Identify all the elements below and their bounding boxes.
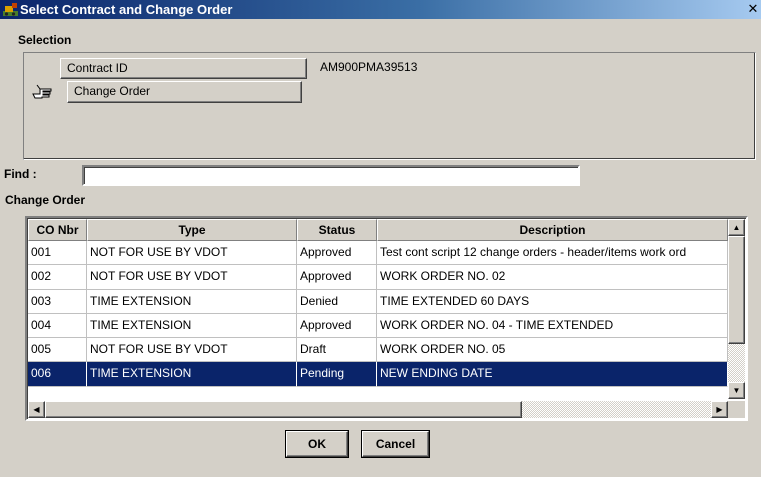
cell-status: Approved [297,313,377,339]
cell-co-nbr: 006 [28,362,87,387]
cell-co-nbr: 001 [28,241,87,266]
column-header-co-nbr[interactable]: CO Nbr [28,219,87,241]
window-title: Select Contract and Change Order [20,2,233,17]
scroll-left-icon[interactable]: ◀ [28,401,45,418]
cell-description: WORK ORDER NO. 04 - TIME EXTENDED [377,313,728,339]
horizontal-scrollbar[interactable]: ◀ ▶ [28,401,728,418]
cell-status: Denied [297,289,377,314]
change-order-button[interactable]: Change Order [67,81,302,103]
scroll-right-icon[interactable]: ▶ [711,401,728,418]
selection-group-title: Selection [16,33,74,47]
dialog-window: Select Contract and Change Order ✕ Selec… [0,0,761,477]
contract-id-button[interactable]: Contract ID [60,58,307,79]
cell-status: Approved [297,265,377,290]
cell-status: Pending [297,362,377,387]
column-header-description[interactable]: Description [377,219,728,241]
selection-group: Selection Contract ID AM900PMA39513 Chan… [16,33,758,161]
pointing-hand-icon [32,84,52,99]
selection-panel: Contract ID AM900PMA39513 Change Order [23,52,756,160]
change-order-label: Change Order [74,84,151,98]
column-header-type[interactable]: Type [87,219,297,241]
find-label: Find : [4,167,37,181]
cell-co-nbr: 002 [28,265,87,290]
cell-co-nbr: 004 [28,313,87,339]
scroll-down-icon[interactable]: ▼ [728,382,745,399]
cell-description: NEW ENDING DATE [377,362,728,387]
cell-co-nbr: 005 [28,338,87,363]
table-row[interactable]: 004 TIME EXTENSION Approved WORK ORDER N… [28,313,728,339]
cell-description: WORK ORDER NO. 02 [377,265,728,290]
cell-type: TIME EXTENSION [87,289,297,314]
cell-type: NOT FOR USE BY VDOT [87,241,297,266]
table-row[interactable]: 002 NOT FOR USE BY VDOT Approved WORK OR… [28,265,728,290]
cell-type: NOT FOR USE BY VDOT [87,338,297,363]
cell-co-nbr: 003 [28,289,87,314]
grid-header: CO Nbr Type Status Description [28,219,728,241]
scrollbar-corner [728,401,745,418]
cell-description: TIME EXTENDED 60 DAYS [377,289,728,314]
contract-id-label: Contract ID [67,61,128,75]
vertical-scroll-thumb[interactable] [728,236,745,344]
app-icon [3,3,18,16]
column-header-status[interactable]: Status [297,219,377,241]
cell-status: Approved [297,241,377,266]
cell-description: WORK ORDER NO. 05 [377,338,728,363]
table-row-selected[interactable]: 006 TIME EXTENSION Pending NEW ENDING DA… [28,362,728,387]
change-order-grid[interactable]: CO Nbr Type Status Description 001 NOT F… [25,216,748,421]
table-row[interactable]: 003 TIME EXTENSION Denied TIME EXTENDED … [28,289,728,314]
close-icon[interactable]: ✕ [745,1,761,17]
title-bar[interactable]: Select Contract and Change Order ✕ [0,0,761,19]
find-input[interactable] [82,165,580,186]
table-row[interactable]: 005 NOT FOR USE BY VDOT Draft WORK ORDER… [28,338,728,363]
vertical-scrollbar[interactable]: ▲ ▼ [728,219,745,399]
cancel-button[interactable]: Cancel [362,431,429,457]
cell-status: Draft [297,338,377,363]
ok-button[interactable]: OK [286,431,348,457]
table-row[interactable]: 001 NOT FOR USE BY VDOT Approved Test co… [28,241,728,266]
cell-type: NOT FOR USE BY VDOT [87,265,297,290]
cell-type: TIME EXTENSION [87,313,297,339]
contract-id-value: AM900PMA39513 [320,60,418,74]
scroll-up-icon[interactable]: ▲ [728,219,745,236]
cell-description: Test cont script 12 change orders - head… [377,241,728,266]
cell-type: TIME EXTENSION [87,362,297,387]
horizontal-scroll-thumb[interactable] [45,401,522,418]
change-order-group-title: Change Order [3,193,88,207]
grid-body: 001 NOT FOR USE BY VDOT Approved Test co… [28,241,728,387]
